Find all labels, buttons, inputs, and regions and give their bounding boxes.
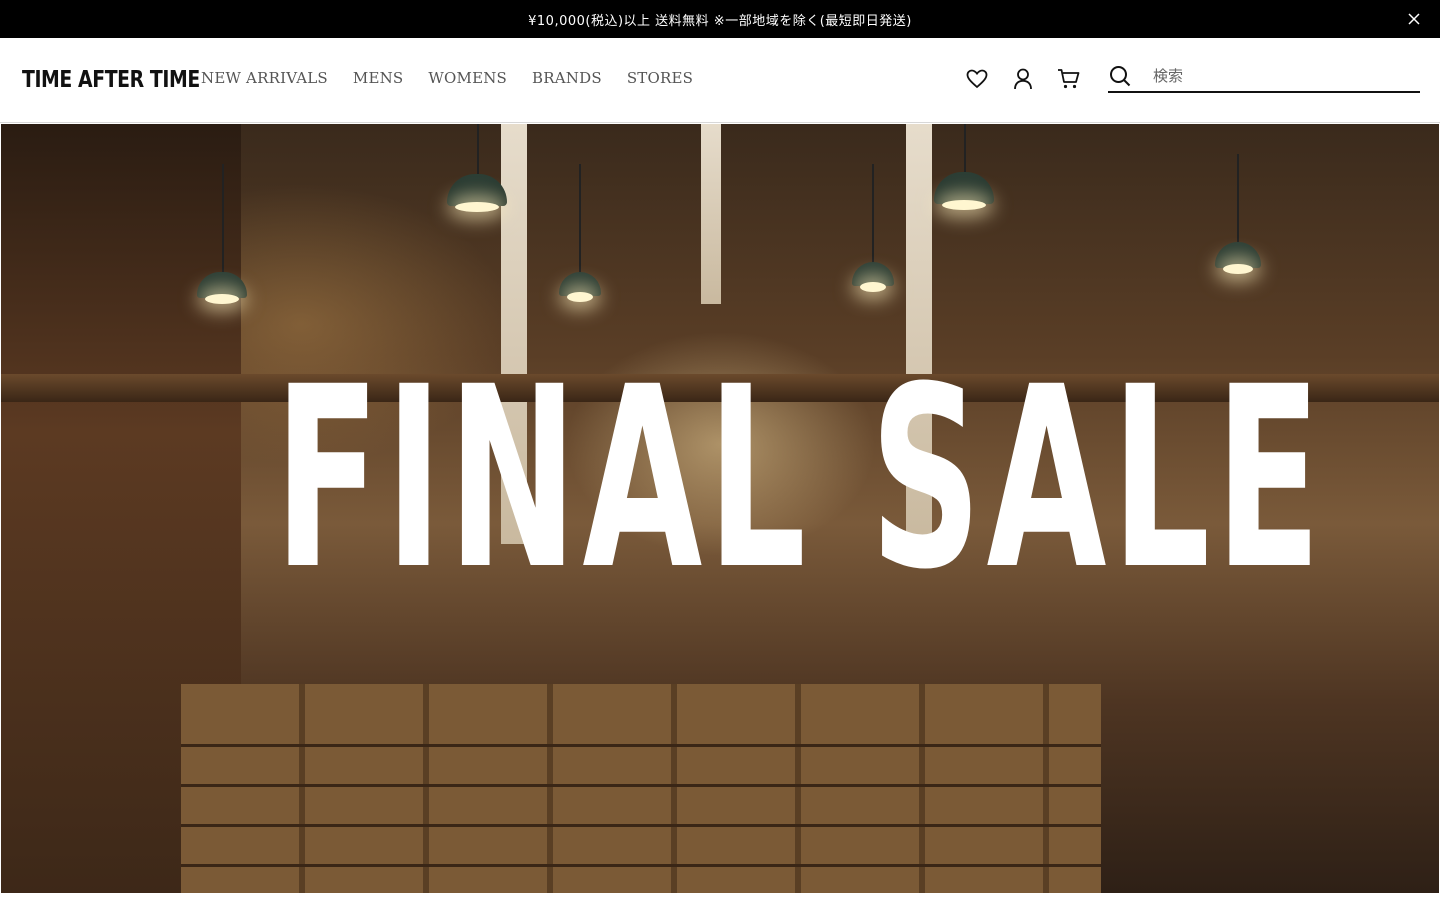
main-nav: NEW ARRIVALS MENS WOMENS BRANDS STORES — [201, 69, 693, 87]
hero-banner[interactable]: FINAL SALE — [1, 124, 1439, 893]
cart-icon[interactable] — [1057, 67, 1081, 91]
header-actions — [965, 67, 1081, 91]
search-icon[interactable] — [1109, 64, 1133, 88]
hero-title: FINAL SALE — [274, 333, 1327, 624]
announcement-text: ¥10,000(税込)以上 送料無料 ※一部地域を除く(最短即日発送) — [528, 13, 912, 29]
announcement-bar: ¥10,000(税込)以上 送料無料 ※一部地域を除く(最短即日発送) — [0, 0, 1440, 38]
nav-brands[interactable]: BRANDS — [532, 69, 602, 87]
site-logo[interactable]: TIME AFTER TIME — [22, 67, 200, 93]
nav-stores[interactable]: STORES — [627, 69, 693, 87]
user-icon[interactable] — [1011, 67, 1035, 91]
heart-icon[interactable] — [965, 67, 989, 91]
search-input[interactable] — [1153, 66, 1403, 85]
nav-new-arrivals[interactable]: NEW ARRIVALS — [201, 69, 328, 87]
search-bar — [1108, 60, 1420, 93]
nav-mens[interactable]: MENS — [353, 69, 404, 87]
close-icon[interactable] — [1406, 11, 1422, 27]
nav-womens[interactable]: WOMENS — [428, 69, 507, 87]
